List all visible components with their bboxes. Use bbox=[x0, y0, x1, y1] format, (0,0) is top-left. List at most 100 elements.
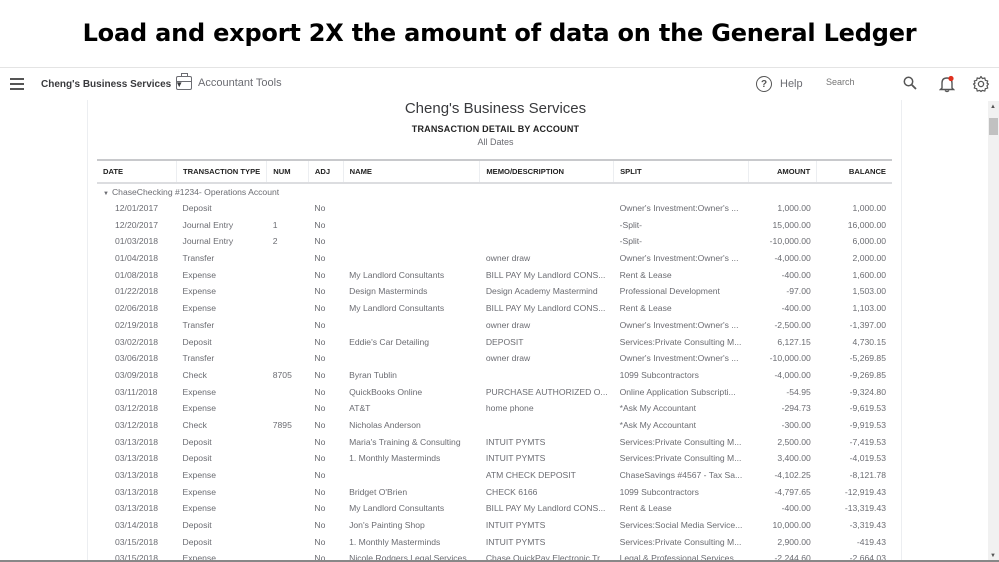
cell-amount: -400.00 bbox=[781, 503, 811, 514]
cell-memo bbox=[480, 233, 614, 250]
table-row[interactable]: 03/12/2018 Check 7895 No Nicholas Anderson *A… bbox=[97, 417, 892, 434]
cell-transaction-type: Check bbox=[182, 419, 207, 430]
cell-balance: 2,000.00 bbox=[852, 253, 886, 264]
table-row[interactable]: 03/12/2018 Expense No AT&T home phone *Ask My… bbox=[97, 400, 892, 417]
account-group-row[interactable]: ▼ ChaseChecking #1234- Operations Account bbox=[97, 183, 892, 200]
cell-num bbox=[267, 250, 309, 267]
table-row[interactable]: 03/13/2018 Expense No Bridget O'Brien CHECK … bbox=[97, 483, 892, 500]
table-row[interactable]: 03/13/2018 Deposit No Maria's Training & Co… bbox=[97, 433, 892, 450]
cell-num bbox=[267, 333, 309, 350]
table-row[interactable]: 03/13/2018 Deposit No 1. Monthly Mastermind… bbox=[97, 450, 892, 467]
cell-num bbox=[267, 300, 309, 317]
table-row[interactable]: 03/11/2018 Expense No QuickBooks Online PURC… bbox=[97, 383, 892, 400]
cell-num: 7895 bbox=[272, 419, 292, 430]
cell-memo bbox=[480, 417, 614, 434]
cell-transaction-type: Expense bbox=[182, 470, 216, 481]
cell-amount: -4,000.00 bbox=[774, 369, 811, 380]
cell-name: My Landlord Consultants bbox=[349, 269, 445, 280]
cell-transaction-type: Transfer bbox=[182, 319, 215, 330]
cell-memo bbox=[480, 200, 614, 217]
cell-num bbox=[267, 200, 309, 217]
cell-memo bbox=[480, 367, 614, 384]
search-input[interactable] bbox=[826, 77, 896, 87]
cell-split: Services:Private Consulting M... bbox=[619, 436, 742, 447]
column-header-split[interactable]: SPLIT bbox=[613, 160, 749, 183]
cell-balance: -419.43 bbox=[856, 536, 886, 547]
cell-split: Professional Development bbox=[619, 286, 720, 297]
table-row[interactable]: 03/13/2018 Expense No ATM CHECK DEPOSIT Chas… bbox=[97, 467, 892, 484]
cell-name: My Landlord Consultants bbox=[349, 503, 445, 514]
table-row[interactable]: 02/06/2018 Expense No My Landlord Consultan… bbox=[97, 300, 892, 317]
table-row[interactable]: 03/09/2018 Check 8705 No Byran Tublin 1099 Su… bbox=[97, 367, 892, 384]
cell-adj: No bbox=[314, 470, 326, 481]
cell-date: 03/12/2018 bbox=[115, 419, 159, 430]
cell-transaction-type: Expense bbox=[182, 486, 216, 497]
cell-num bbox=[267, 450, 309, 467]
cell-memo: INTUIT PYMTS bbox=[485, 520, 546, 531]
cell-balance: -9,324.80 bbox=[849, 386, 886, 397]
cell-transaction-type: Deposit bbox=[182, 203, 212, 214]
cell-amount: -400.00 bbox=[781, 303, 811, 314]
table-row[interactable]: 03/14/2018 Deposit No Jon's Painting Shop IN… bbox=[97, 517, 892, 534]
table-row[interactable]: 03/02/2018 Deposit No Eddie's Car Detailing… bbox=[97, 333, 892, 350]
scrollbar-thumb[interactable] bbox=[989, 118, 998, 135]
collapse-toggle-icon[interactable]: ▼ bbox=[103, 191, 109, 197]
hamburger-menu-icon[interactable] bbox=[10, 78, 24, 90]
cell-memo: INTUIT PYMTS bbox=[485, 453, 546, 464]
scroll-up-arrow-icon[interactable]: ▲ bbox=[990, 104, 996, 110]
accountant-tools-button[interactable]: Accountant Tools bbox=[176, 73, 282, 90]
help-button[interactable]: ? Help bbox=[756, 76, 803, 92]
cell-transaction-type: Deposit bbox=[182, 336, 212, 347]
column-header-amount[interactable]: AMOUNT bbox=[748, 160, 818, 183]
table-row[interactable]: 03/06/2018 Transfer No owner draw Owner's In… bbox=[97, 350, 892, 367]
cell-num bbox=[267, 400, 309, 417]
cell-num bbox=[267, 317, 309, 334]
cell-num bbox=[267, 467, 309, 484]
table-row[interactable]: 01/04/2018 Transfer No owner draw Owner's In… bbox=[97, 250, 892, 267]
cell-num bbox=[267, 483, 309, 500]
vertical-scrollbar[interactable]: ▲ ▼ bbox=[988, 101, 999, 562]
table-row[interactable]: 12/20/2017 Journal Entry 1 No -Split- 15,000.… bbox=[97, 216, 892, 233]
cell-split: Services:Private Consulting M... bbox=[619, 453, 742, 464]
cell-adj: No bbox=[314, 203, 326, 214]
cell-amount: -10,000.00 bbox=[769, 236, 811, 247]
cell-date: 12/01/2017 bbox=[115, 203, 159, 214]
cell-split: *Ask My Accountant bbox=[619, 403, 697, 414]
cell-name: QuickBooks Online bbox=[349, 386, 423, 397]
cell-memo: DEPOSIT bbox=[485, 336, 524, 347]
report-company-name: Cheng's Business Services bbox=[404, 100, 587, 117]
account-group-cell[interactable]: ▼ ChaseChecking #1234- Operations Account bbox=[97, 183, 892, 200]
table-row[interactable]: 03/13/2018 Expense No My Landlord Consultan… bbox=[97, 500, 892, 517]
search-icon[interactable] bbox=[903, 76, 917, 90]
company-switcher[interactable]: Cheng's Business Services ▼ bbox=[41, 79, 183, 90]
cell-adj: No bbox=[314, 403, 326, 414]
column-header-name[interactable]: NAME bbox=[343, 160, 481, 183]
notification-bell-icon[interactable] bbox=[939, 75, 955, 93]
table-row[interactable]: 01/08/2018 Expense No My Landlord Consultan… bbox=[97, 266, 892, 283]
cell-amount: -4,797.65 bbox=[774, 486, 811, 497]
cell-split: ChaseSavings #4567 - Tax Sa... bbox=[619, 470, 743, 481]
column-header-num[interactable]: NUM bbox=[266, 160, 309, 183]
table-row[interactable]: 12/01/2017 Deposit No Owner's Investment:Ow… bbox=[97, 200, 892, 217]
cell-split: Owner's Investment:Owner's ... bbox=[619, 353, 739, 364]
cell-balance: -12,919.43 bbox=[844, 486, 886, 497]
settings-gear-icon[interactable] bbox=[972, 75, 990, 93]
column-header-balance[interactable]: BALANCE bbox=[817, 160, 892, 183]
table-row[interactable]: 03/15/2018 Deposit No 1. Monthly Mastermind… bbox=[97, 533, 892, 550]
cell-transaction-type: Deposit bbox=[182, 520, 212, 531]
column-header-date[interactable]: DATE bbox=[97, 160, 178, 183]
cell-num bbox=[267, 383, 309, 400]
cell-amount: -2,500.00 bbox=[774, 319, 811, 330]
table-row[interactable]: 02/19/2018 Transfer No owner draw Owner's In… bbox=[97, 317, 892, 334]
cell-balance: -13,319.43 bbox=[844, 503, 886, 514]
cell-date: 03/13/2018 bbox=[115, 503, 159, 514]
column-header-memo[interactable]: MEMO/DESCRIPTION bbox=[479, 160, 615, 183]
report-title: TRANSACTION DETAIL BY ACCOUNT bbox=[411, 124, 580, 134]
column-header-adj[interactable]: ADJ bbox=[308, 160, 344, 183]
cell-date: 01/08/2018 bbox=[115, 269, 159, 280]
scroll-down-arrow-icon[interactable]: ▼ bbox=[990, 553, 996, 559]
table-row[interactable]: 01/03/2018 Journal Entry 2 No -Split- -10,000… bbox=[97, 233, 892, 250]
column-header-transaction-type[interactable]: TRANSACTION TYPE bbox=[176, 160, 268, 183]
cell-date: 03/13/2018 bbox=[115, 486, 159, 497]
table-row[interactable]: 01/22/2018 Expense No Design Masterminds Des… bbox=[97, 283, 892, 300]
